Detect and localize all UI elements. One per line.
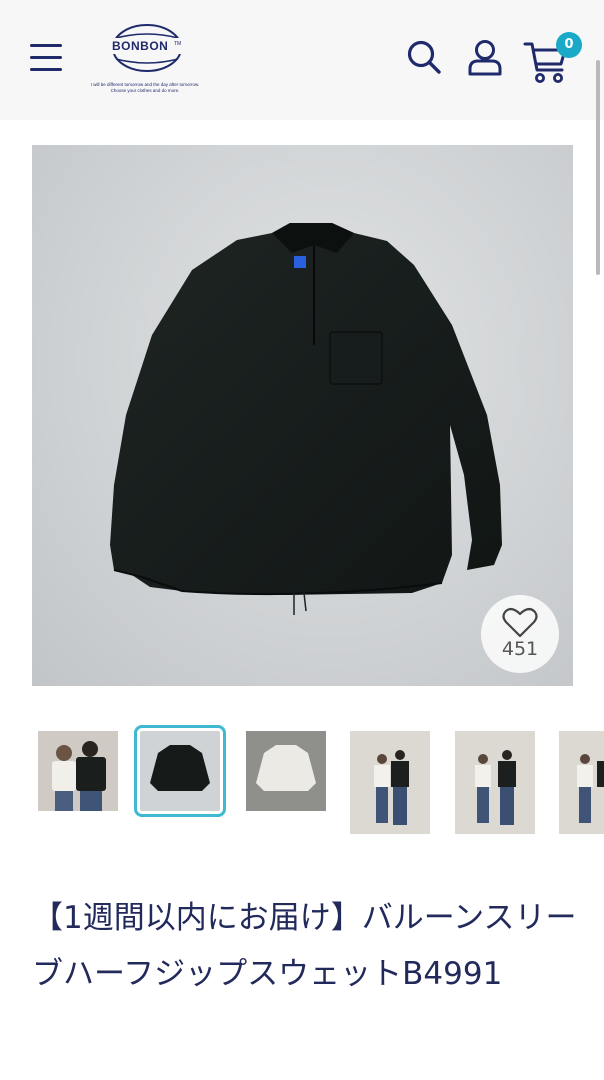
couple-full-thumb — [559, 731, 604, 834]
site-header: BONBON TM I will be different tomorrow a… — [0, 0, 604, 120]
thumbnail-3[interactable] — [246, 731, 326, 811]
thumbnail-4[interactable] — [350, 731, 430, 834]
brand-tagline: I will be different tomorrow and the day… — [90, 82, 200, 87]
thumbnail-6[interactable] — [559, 731, 604, 834]
brand-tagline-2: Choose your clothes and do more. — [110, 88, 180, 93]
heart-icon — [502, 607, 538, 638]
user-icon — [468, 40, 502, 76]
thumbnail-1[interactable] — [38, 731, 118, 811]
brand-name: BONBON — [112, 39, 169, 53]
search-icon — [407, 40, 441, 74]
account-button[interactable] — [466, 38, 506, 78]
menu-icon[interactable] — [30, 44, 62, 74]
favorite-button[interactable]: 451 — [481, 595, 559, 673]
brand-tm: TM — [174, 41, 182, 47]
page-scrollbar[interactable] — [596, 60, 600, 275]
thumbnail-5[interactable] — [455, 731, 535, 834]
couple-photo-thumb — [38, 731, 118, 811]
couple-full-thumb — [455, 731, 535, 834]
cart-count-badge: 0 — [556, 32, 582, 58]
couple-full-thumb — [350, 731, 430, 834]
brand-logo[interactable]: BONBON TM I will be different tomorrow a… — [90, 22, 200, 94]
thumbnail-strip — [0, 725, 604, 836]
product-main-image[interactable]: 451 — [32, 145, 573, 686]
thumbnail-2[interactable] — [134, 725, 226, 817]
favorite-count: 451 — [501, 638, 539, 660]
cart-button[interactable]: 0 — [522, 32, 582, 84]
product-title: 【1週間以内にお届け】バルーンスリーブハーフジップスウェットB4991 — [32, 900, 577, 992]
black-sweat-thumb — [140, 731, 220, 811]
search-button[interactable] — [404, 38, 444, 78]
white-sweat-thumb — [246, 731, 326, 811]
